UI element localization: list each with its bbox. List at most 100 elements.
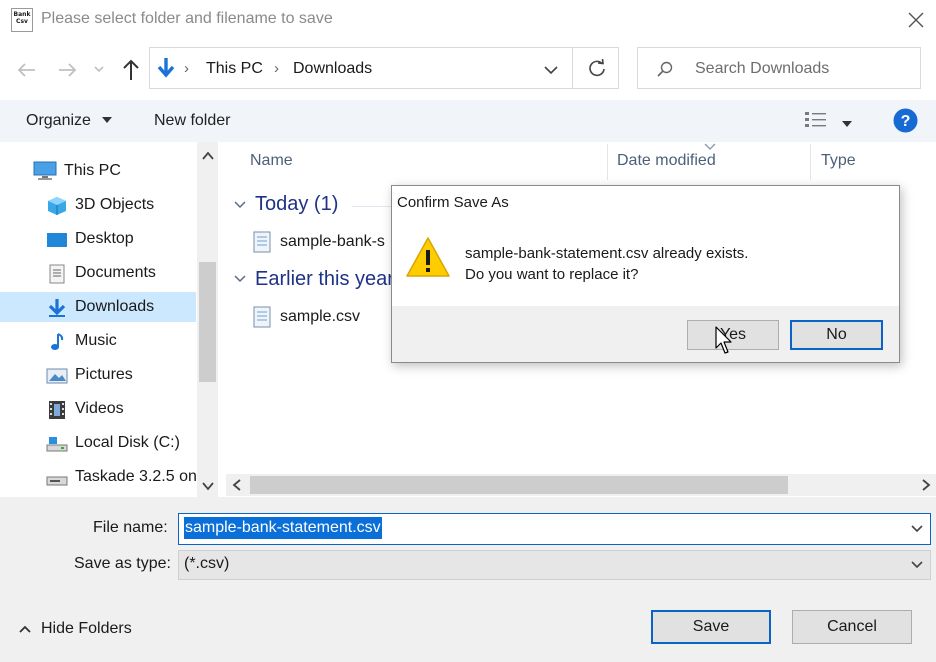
documents-icon [49,264,65,284]
confirm-message-line2: Do you want to replace it? [465,266,639,283]
group-header-today[interactable]: Today (1) [255,193,338,216]
save-button[interactable]: Save [651,610,771,644]
address-dropdown-icon[interactable] [543,63,559,77]
sidebar-item-3d-objects[interactable]: 3D Objects [0,190,196,220]
command-bar [0,100,936,142]
sidebar-item-label: Videos [75,400,124,417]
column-header-name[interactable]: Name [250,152,293,170]
sidebar-item-label: Documents [75,264,156,281]
sidebar-item-label: Music [75,332,117,349]
caret-down-icon [102,117,113,123]
search-box[interactable]: Search Downloads [637,47,921,89]
pictures-icon [46,368,68,384]
caret-down-icon [842,121,853,127]
yes-button[interactable]: Yes [687,320,779,350]
address-bar[interactable]: › This PC › Downloads [149,47,619,89]
scroll-right-icon[interactable] [920,478,932,492]
sidebar-item-videos[interactable]: Videos [0,394,196,424]
details-view-icon [805,112,826,127]
computer-icon [33,161,57,180]
file-row[interactable]: sample-bank-s [252,227,385,257]
help-button[interactable]: ? [893,108,918,137]
sidebar-item-music[interactable]: Music [0,326,196,356]
refresh-button[interactable] [572,47,619,89]
sidebar-item-label: Downloads [75,298,155,315]
scroll-down-icon[interactable] [201,480,215,492]
warning-icon [406,237,450,277]
hide-folders-button[interactable]: Hide Folders [17,620,132,638]
music-icon [51,333,64,350]
back-button[interactable] [14,57,40,83]
breadcrumb-this-pc[interactable]: This PC [206,60,263,78]
search-placeholder: Search Downloads [695,60,830,77]
arrow-right-icon [59,63,77,77]
download-arrow-icon [157,58,175,78]
filename-value[interactable]: sample-bank-statement.csv [184,517,382,539]
sidebar-item-pictures[interactable]: Pictures [0,360,196,390]
desktop-icon [47,233,67,247]
save-as-type-select[interactable] [178,550,931,580]
cube-icon [48,197,66,215]
view-options-button[interactable] [804,110,854,134]
app-icon: Bank Csv [11,8,33,32]
sidebar-item-local-disk[interactable]: Local Disk (C:) [0,428,196,458]
hide-folders-label: Hide Folders [41,620,132,637]
sidebar-item-documents[interactable]: Documents [0,258,196,288]
navigation-pane: This PC 3D Objects Desktop Documents Dow… [0,142,218,497]
sidebar-item-label: Desktop [75,230,134,247]
confirm-dialog-title: Confirm Save As [397,194,509,211]
group-divider [352,206,392,207]
filename-label: File name: [93,519,168,536]
sidebar-item-label: This PC [64,162,121,179]
sidebar-item-downloads[interactable]: Downloads [0,292,196,322]
svg-text:?: ? [901,113,911,130]
file-name: sample.csv [280,308,361,325]
column-separator [607,144,608,180]
scroll-up-icon[interactable] [201,150,215,162]
sidebar-item-this-pc[interactable]: This PC [0,156,196,186]
scroll-left-icon[interactable] [231,478,243,492]
sidebar-item-desktop[interactable]: Desktop [0,224,196,254]
column-separator [810,144,811,180]
csv-file-icon [253,231,271,253]
horizontal-scroll-thumb[interactable] [250,476,788,494]
arrow-left-icon [17,63,35,77]
refresh-icon [589,58,605,77]
chevron-down-icon [911,561,923,569]
app-icon-text: Bank Csv [13,11,31,25]
sidebar-item-label: 3D Objects [75,196,155,213]
close-icon [908,12,924,28]
column-header-date-modified[interactable]: Date modified [617,152,716,170]
window-title: Please select folder and filename to sav… [41,10,333,27]
breadcrumb-downloads[interactable]: Downloads [293,60,372,78]
help-icon: ? [893,108,918,133]
file-row[interactable]: sample.csv [252,302,360,332]
download-icon [48,299,66,317]
sidebar-item-label: Taskade 3.2.5 on [75,468,197,485]
group-header-earlier-this-year[interactable]: Earlier this year [255,268,391,291]
group-collapse-icon[interactable] [233,273,247,285]
organize-label: Organize [26,112,91,129]
column-header-type[interactable]: Type [821,152,856,170]
cancel-button[interactable]: Cancel [792,610,912,644]
csv-file-icon [253,306,271,328]
sidebar-item-label: Local Disk (C:) [75,434,180,451]
new-folder-button[interactable]: New folder [154,112,230,130]
save-as-type-label: Save as type: [74,555,171,572]
forward-button[interactable] [54,57,80,83]
navigation-scroll-thumb[interactable] [199,262,216,382]
search-icon [657,61,673,77]
no-button[interactable]: No [790,320,883,350]
mouse-cursor-icon [715,326,732,354]
save-as-type-value: (*.csv) [184,555,230,572]
confirm-message-line1: sample-bank-statement.csv already exists… [465,245,749,262]
close-button[interactable] [896,4,936,36]
organize-button[interactable]: Organize [26,112,113,130]
recent-locations-button[interactable] [92,62,106,76]
up-button[interactable] [118,56,144,84]
sidebar-item-taskade[interactable]: Taskade 3.2.5 on [0,462,197,492]
group-collapse-icon[interactable] [233,199,247,211]
chevron-up-icon [19,625,31,633]
chevron-down-icon[interactable] [910,523,924,535]
videos-icon [49,401,65,419]
